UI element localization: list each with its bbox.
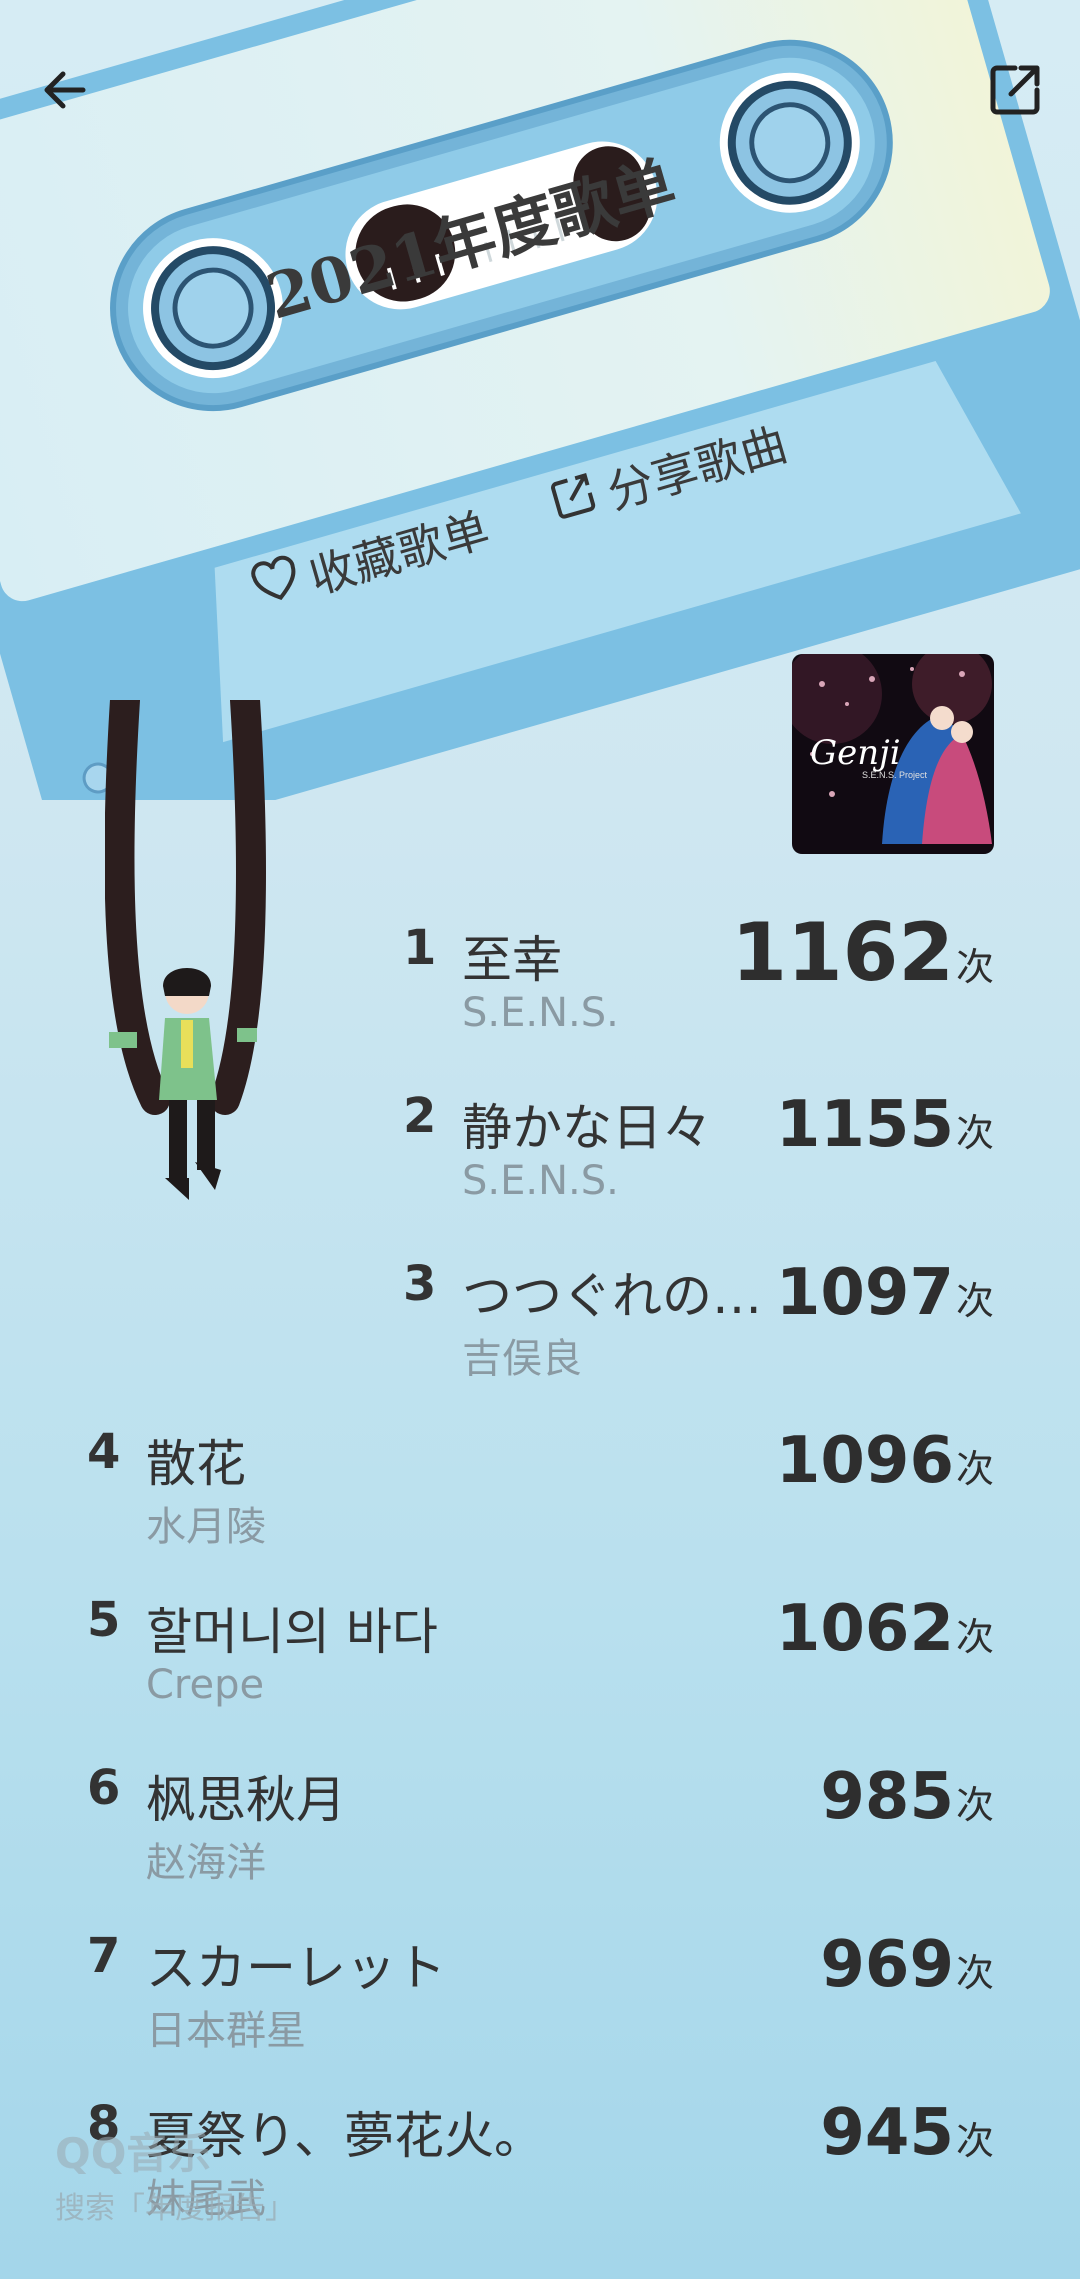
song-row[interactable]: 6 枫思秋月赵海洋 985次 bbox=[0, 1760, 1080, 1910]
song-artist: 赵海洋 bbox=[146, 1840, 266, 1886]
play-count-unit: 次 bbox=[955, 945, 994, 989]
play-count-unit: 次 bbox=[955, 1951, 994, 1995]
song-rank: 1 bbox=[403, 920, 437, 976]
song-row[interactable]: 7 スカーレット日本群星 969次 bbox=[0, 1928, 1080, 2078]
song-artist: 吉俣良 bbox=[462, 1336, 582, 1382]
song-title: つつぐれの… bbox=[462, 1267, 762, 1325]
song-title: 散花 bbox=[146, 1435, 246, 1493]
play-count-value: 1162 bbox=[731, 906, 954, 999]
qq-music-watermark: QQ音乐 搜索「年度报告」 bbox=[55, 2120, 295, 2227]
song-artist: Crepe bbox=[146, 1662, 265, 1708]
play-count-unit: 次 bbox=[955, 1615, 994, 1659]
song-title: 枫思秋月 bbox=[146, 1771, 346, 1829]
play-count-value: 1097 bbox=[775, 1256, 954, 1330]
song-rank: 6 bbox=[87, 1760, 121, 1816]
play-count: 945次 bbox=[820, 2096, 994, 2170]
play-count: 985次 bbox=[820, 1760, 994, 1834]
song-artist: S.E.N.S. bbox=[462, 1158, 619, 1204]
song-row[interactable]: 5 할머니의 바다 Crepe 1062次 bbox=[0, 1592, 1080, 1742]
song-artist: 日本群星 bbox=[146, 2008, 306, 2054]
play-count-unit: 次 bbox=[955, 1111, 994, 1155]
song-row[interactable]: 3 つつぐれの… 吉俣良 1097次 bbox=[0, 1256, 1080, 1406]
play-count: 1162次 bbox=[731, 906, 994, 999]
song-title: スカーレット bbox=[146, 1939, 446, 1997]
song-row[interactable]: 2 静かな日々 S.E.N.S. 1155次 bbox=[0, 1088, 1080, 1238]
play-count: 1097次 bbox=[776, 1256, 994, 1330]
play-count-unit: 次 bbox=[955, 1447, 994, 1491]
play-count-value: 969 bbox=[820, 1928, 954, 2002]
song-artist: 水月陵 bbox=[146, 1504, 266, 1550]
watermark-sub: 搜索「年度报告」 bbox=[55, 2191, 295, 2226]
play-count-value: 1062 bbox=[775, 1592, 954, 1666]
song-title: 至幸 bbox=[462, 931, 562, 989]
play-count: 1062次 bbox=[776, 1592, 994, 1666]
play-count-unit: 次 bbox=[955, 2119, 994, 2163]
external-share-icon[interactable] bbox=[975, 50, 1055, 130]
play-count: 1096次 bbox=[776, 1424, 994, 1498]
play-count-value: 1096 bbox=[775, 1424, 954, 1498]
song-row[interactable]: 4 散花水月陵 1096次 bbox=[0, 1424, 1080, 1574]
play-count-value: 1155 bbox=[775, 1088, 954, 1162]
play-count-unit: 次 bbox=[955, 1783, 994, 1827]
song-rank: 3 bbox=[403, 1256, 437, 1312]
play-count-value: 985 bbox=[820, 1760, 954, 1834]
play-count-unit: 次 bbox=[955, 1279, 994, 1323]
album-cover[interactable]: Genji S.E.N.S. Project bbox=[792, 654, 994, 854]
song-rank: 4 bbox=[87, 1424, 121, 1480]
song-row[interactable]: 1 至幸 S.E.N.S. 1162次 bbox=[0, 906, 1080, 1070]
song-title: 할머니의 바다 bbox=[146, 1603, 438, 1661]
play-count: 969次 bbox=[820, 1928, 994, 2002]
song-rank: 5 bbox=[87, 1592, 121, 1648]
play-count-value: 945 bbox=[820, 2096, 954, 2170]
song-artist: S.E.N.S. bbox=[462, 990, 619, 1036]
watermark-brand: QQ音乐 bbox=[55, 2129, 211, 2178]
song-title: 静かな日々 bbox=[462, 1099, 712, 1157]
svg-text:Genji: Genji bbox=[810, 733, 901, 773]
top-bar bbox=[0, 0, 1080, 180]
svg-text:S.E.N.S. Project: S.E.N.S. Project bbox=[862, 770, 928, 780]
song-rank: 7 bbox=[87, 1928, 121, 1984]
play-count: 1155次 bbox=[776, 1088, 994, 1162]
song-rank: 2 bbox=[403, 1088, 437, 1144]
back-arrow-icon[interactable] bbox=[25, 50, 105, 130]
